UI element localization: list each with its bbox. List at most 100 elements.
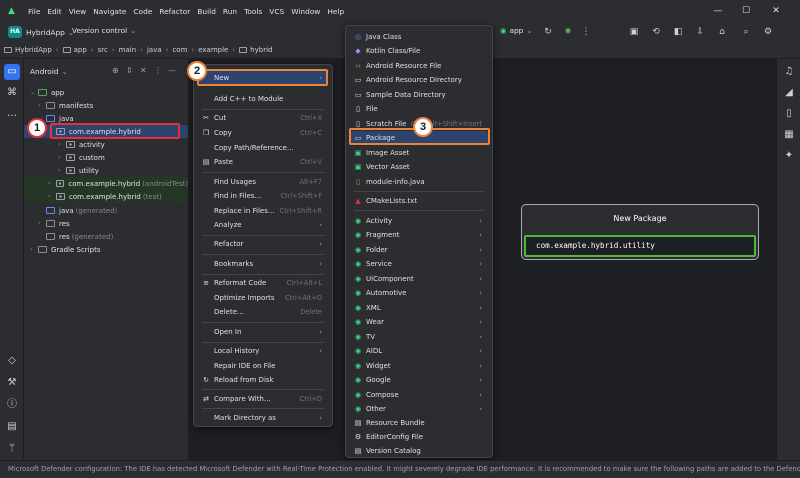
- new-cmakelists[interactable]: ▲ CMakeLists.txt: [350, 194, 488, 207]
- structure-icon[interactable]: ⌘: [4, 85, 20, 101]
- new-kotlin-class[interactable]: ◆ Kotlin Class/File: [350, 44, 488, 57]
- menu-item-cut[interactable]: ✂ Cut Ctrl+X: [198, 111, 328, 124]
- menu-item-find-usages[interactable]: Find Usages Alt+F7: [198, 175, 328, 188]
- layout-inspector-icon[interactable]: ◧: [672, 26, 684, 38]
- tree-item-test[interactable]: › com.example.hybrid (test): [24, 190, 188, 203]
- running-devices-icon[interactable]: ▦: [781, 127, 797, 143]
- version-control-dropdown[interactable]: Version control ⌄: [72, 26, 136, 35]
- sync-icon[interactable]: ⟲: [650, 26, 662, 38]
- device-file-icon[interactable]: ▯: [781, 106, 797, 122]
- tree-item-res[interactable]: › res: [38, 217, 186, 230]
- refresh-icon[interactable]: ↻: [542, 26, 554, 38]
- menu-item-optimize-imports[interactable]: Optimize Imports Ctrl+Alt+O: [198, 291, 328, 304]
- bug-icon[interactable]: ✹: [562, 26, 574, 38]
- tree-item-manifests[interactable]: › manifests: [38, 99, 186, 112]
- search-icon[interactable]: ⌕: [740, 26, 752, 38]
- more-tools-icon[interactable]: …: [4, 106, 20, 122]
- tree-item-app[interactable]: ⌄ app: [30, 86, 186, 99]
- device-manager-icon[interactable]: ▣: [628, 26, 640, 38]
- menu-item-reload-from-disk[interactable]: ↻ Reload from Disk: [198, 373, 328, 386]
- git-icon[interactable]: ᛘ: [4, 441, 20, 457]
- menu-build[interactable]: Build: [197, 7, 216, 16]
- menu-file[interactable]: File: [28, 7, 40, 16]
- hide-icon[interactable]: —: [168, 66, 176, 75]
- new-android-resource-directory[interactable]: ▭ Android Resource Directory: [350, 73, 488, 86]
- new-activity[interactable]: ◉ Activity ›: [350, 214, 488, 227]
- new-wear[interactable]: ◉ Wear ›: [350, 315, 488, 328]
- breadcrumb-item[interactable]: com: [172, 46, 187, 54]
- menu-view[interactable]: View: [69, 7, 87, 16]
- new-xml[interactable]: ◉ XML ›: [350, 301, 488, 314]
- menu-refactor[interactable]: Refactor: [159, 7, 190, 16]
- close-icon[interactable]: ✕: [766, 4, 786, 18]
- new-editorconfig-file[interactable]: ⚙ EditorConfig File: [350, 430, 488, 443]
- new-module-info[interactable]: ▯ module-info.java: [350, 175, 488, 188]
- run-config-dropdown[interactable]: ◉ app ⌄: [500, 26, 533, 35]
- new-resource-bundle[interactable]: ▤ Resource Bundle: [350, 416, 488, 429]
- menu-item-local-history[interactable]: Local History ›: [198, 344, 328, 357]
- tree-item-utility[interactable]: › utility: [58, 164, 186, 177]
- new-uicomponent[interactable]: ◉ UiComponent ›: [350, 272, 488, 285]
- gemini-icon[interactable]: ✦: [781, 148, 797, 164]
- menu-item-analyze[interactable]: Analyze ›: [198, 218, 328, 231]
- new-version-catalog[interactable]: ▤ Version Catalog: [350, 444, 488, 457]
- terminal-icon[interactable]: ▤: [4, 419, 20, 435]
- breadcrumb-item[interactable]: hybrid: [239, 46, 272, 54]
- menu-edit[interactable]: Edit: [47, 7, 61, 16]
- menu-item-replace-in-files[interactable]: Replace in Files... Ctrl+Shift+R: [198, 204, 328, 217]
- menu-item-mark-directory[interactable]: Mark Directory as ›: [198, 411, 328, 424]
- breadcrumb-item[interactable]: HybridApp: [4, 46, 52, 54]
- new-service[interactable]: ◉ Service ›: [350, 257, 488, 270]
- new-java-class[interactable]: ◎ Java Class: [350, 30, 488, 43]
- new-automotive[interactable]: ◉ Automotive ›: [350, 286, 488, 299]
- new-google[interactable]: ◉ Google ›: [350, 373, 488, 386]
- menu-item-bookmarks[interactable]: Bookmarks ›: [198, 257, 328, 270]
- options-icon[interactable]: ⋮: [154, 66, 162, 75]
- menu-navigate[interactable]: Navigate: [93, 7, 126, 16]
- menu-item-paste[interactable]: ▤ Paste Ctrl+V: [198, 155, 328, 168]
- new-vector-asset[interactable]: ▣ Vector Asset: [350, 160, 488, 173]
- tree-item-activity[interactable]: › activity: [58, 138, 186, 151]
- new-image-asset[interactable]: ▣ Image Asset: [350, 146, 488, 159]
- new-fragment[interactable]: ◉ Fragment ›: [350, 228, 488, 241]
- new-compose[interactable]: ◉ Compose ›: [350, 388, 488, 401]
- menu-item-add-cpp[interactable]: Add C++ to Module: [198, 92, 328, 105]
- project-folder-icon[interactable]: ▭: [4, 64, 20, 80]
- project-switcher[interactable]: HA HybridApp ⌄: [8, 26, 74, 38]
- menu-item-copy-path[interactable]: Copy Path/Reference...: [198, 141, 328, 154]
- breadcrumb-item[interactable]: java: [147, 46, 162, 54]
- menu-help[interactable]: Help: [327, 7, 344, 16]
- tree-item-java-generated[interactable]: java (generated): [46, 204, 186, 217]
- menu-item-find-in-files[interactable]: Find in Files... Ctrl+Shift+F: [198, 189, 328, 202]
- new-file[interactable]: ▯ File: [350, 102, 488, 115]
- menu-item-repair-ide[interactable]: Repair IDE on File: [198, 359, 328, 372]
- breadcrumb-item[interactable]: example: [198, 46, 228, 54]
- sdk-manager-icon[interactable]: ⇩: [694, 26, 706, 38]
- menu-item-reformat-code[interactable]: ≡ Reformat Code Ctrl+Alt+L: [198, 276, 328, 289]
- status-message[interactable]: Microsoft Defender configuration: The ID…: [8, 465, 800, 473]
- build-icon[interactable]: ⚒: [4, 375, 20, 391]
- menu-item-copy[interactable]: ❐ Copy Ctrl+C: [198, 126, 328, 139]
- gradle-icon[interactable]: ⌂: [716, 26, 728, 38]
- new-sample-data-directory[interactable]: ▭ Sample Data Directory: [350, 88, 488, 101]
- tree-item-android-test[interactable]: › com.example.hybrid (androidTest): [24, 177, 188, 190]
- new-other[interactable]: ◉ Other ›: [350, 402, 488, 415]
- menu-code[interactable]: Code: [133, 7, 152, 16]
- package-name-input[interactable]: com.example.hybrid.utility: [524, 235, 756, 257]
- minimize-icon[interactable]: —: [708, 4, 728, 18]
- project-view-selector[interactable]: Android ⌄: [30, 67, 68, 76]
- settings-gear-icon[interactable]: ⚙: [762, 26, 774, 38]
- new-tv[interactable]: ◉ TV ›: [350, 330, 488, 343]
- menu-vcs[interactable]: VCS: [269, 7, 284, 16]
- new-widget[interactable]: ◉ Widget ›: [350, 359, 488, 372]
- more-icon[interactable]: ⋮: [580, 26, 592, 38]
- menu-item-compare-with[interactable]: ⇄ Compare With... Ctrl+D: [198, 392, 328, 405]
- new-android-resource-file[interactable]: ‹› Android Resource File: [350, 59, 488, 72]
- breadcrumb-item[interactable]: src: [98, 46, 108, 54]
- breadcrumb-item[interactable]: main: [119, 46, 137, 54]
- expand-all-icon[interactable]: ⇕: [126, 66, 133, 75]
- new-aidl[interactable]: ◉ AIDL ›: [350, 344, 488, 357]
- menu-item-delete[interactable]: Delete... Delete: [198, 305, 328, 318]
- menu-item-open-in[interactable]: Open In ›: [198, 325, 328, 338]
- breadcrumb-item[interactable]: app: [62, 46, 87, 54]
